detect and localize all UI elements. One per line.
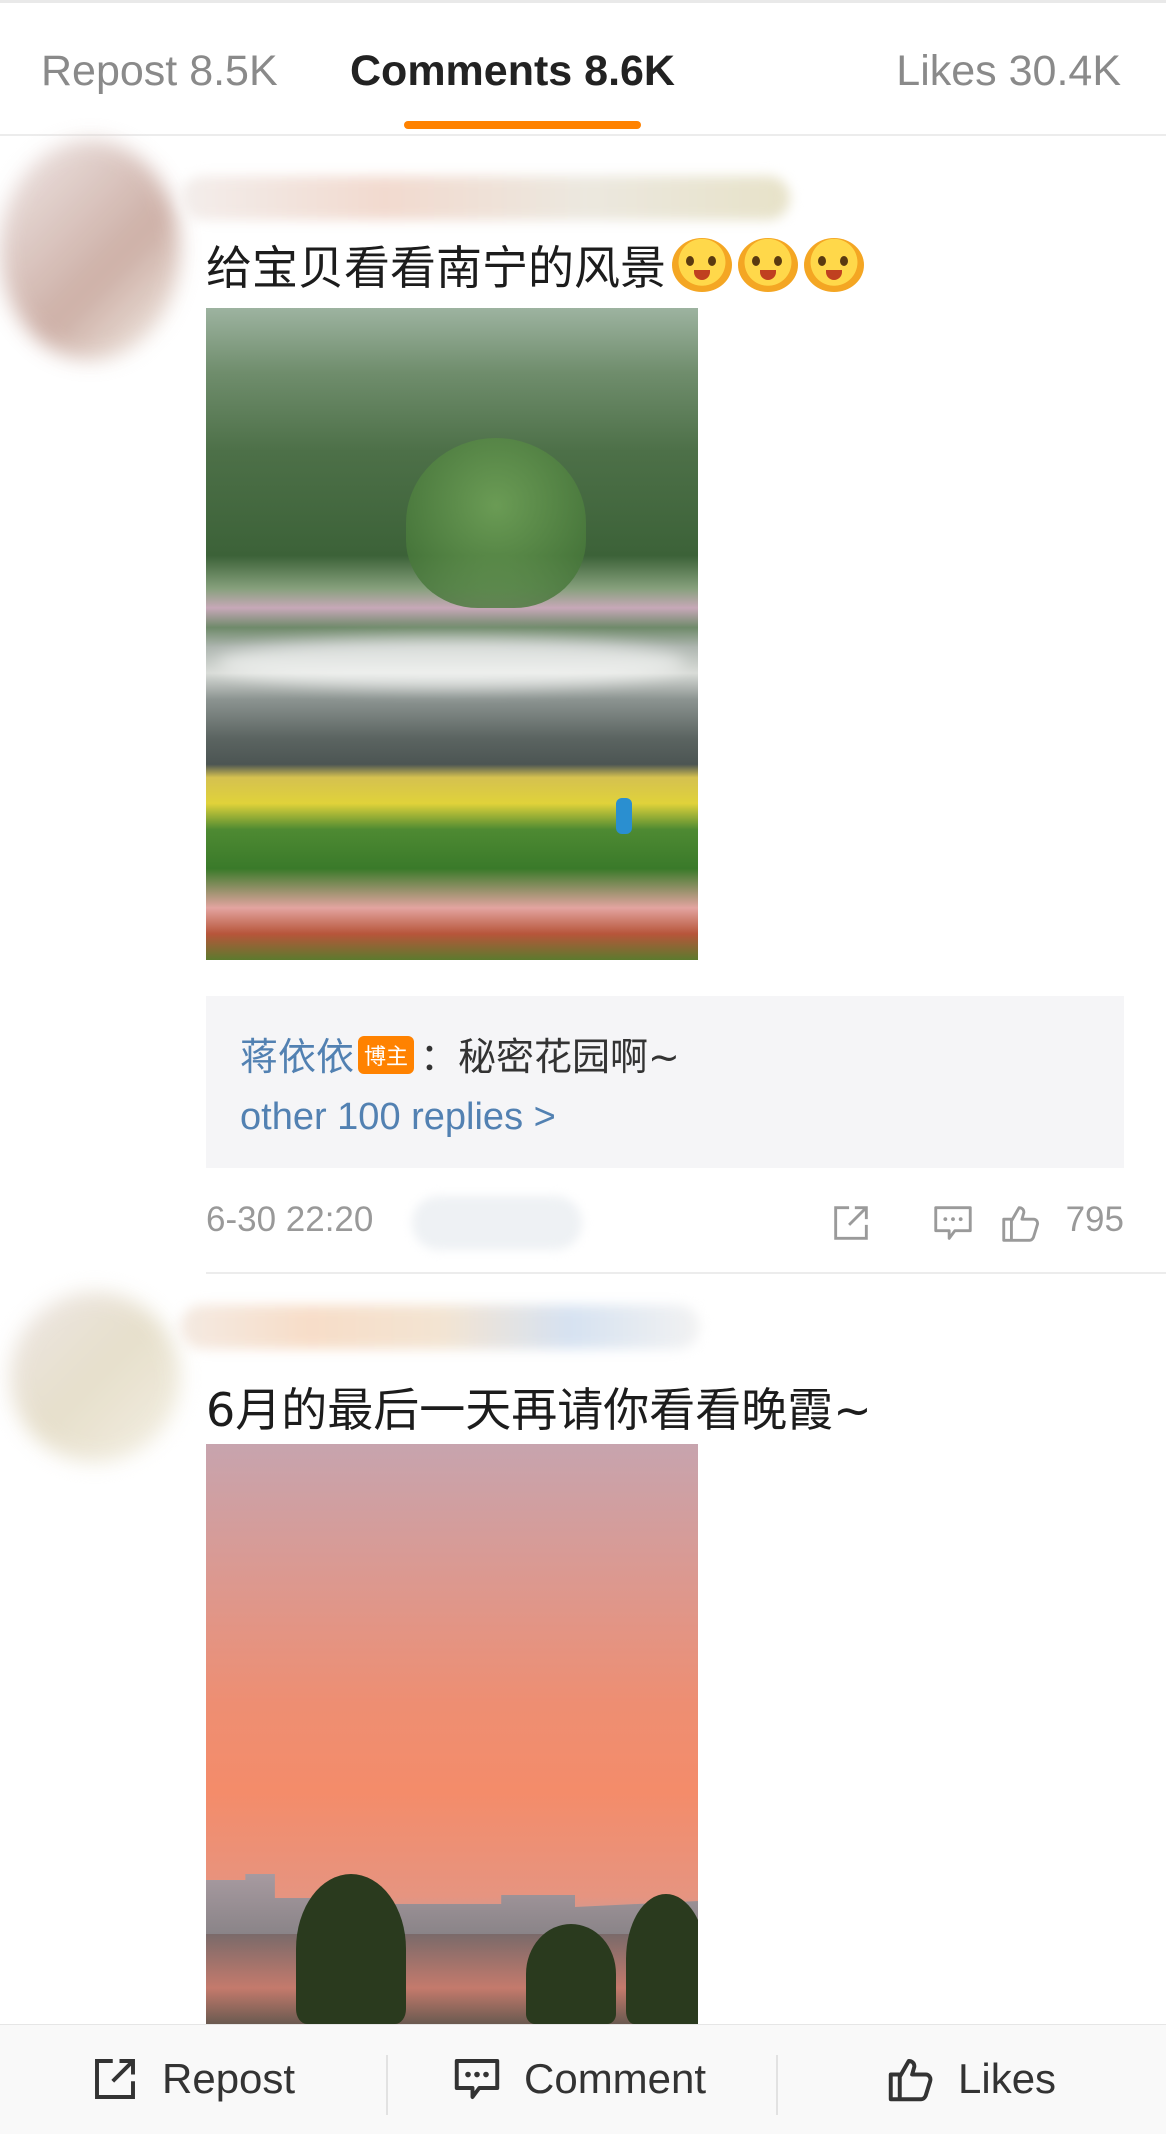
username-blurred[interactable] xyxy=(180,1305,700,1349)
separator xyxy=(386,2055,388,2115)
comment-label: Comment xyxy=(524,2055,707,2102)
comment-text-content: 6月的最后一天再请你看看晚霞~ xyxy=(206,1383,872,1437)
divider xyxy=(206,1272,1166,1274)
emoji-icon xyxy=(804,238,864,292)
comment-icon[interactable] xyxy=(930,1200,976,1246)
tree-silhouette xyxy=(296,1874,406,2024)
comment-tabs: Repost 8.5K Comments 8.6K Likes 30.4K xyxy=(0,0,1166,136)
share-icon[interactable] xyxy=(828,1200,874,1246)
comment-text: 6月的最后一天再请你看看晚霞~ xyxy=(206,1374,872,1440)
water-glint xyxy=(216,638,686,688)
likes-label: Likes xyxy=(958,2055,1057,2102)
river-reflection xyxy=(206,1934,698,2024)
timestamp: 6-30 22:20 xyxy=(206,1200,374,1239)
reply-line: 蒋依依 博主 ：秘密花园啊~ xyxy=(240,1026,680,1081)
comment-button[interactable]: Comment xyxy=(450,2049,706,2109)
location-blurred xyxy=(412,1196,582,1250)
separator xyxy=(776,2055,778,2115)
likes-button[interactable]: Likes xyxy=(884,2049,1056,2109)
tree-silhouette xyxy=(626,1894,698,2024)
author-badge: 博主 xyxy=(358,1036,415,1074)
reply-author[interactable]: 蒋依依 xyxy=(240,1035,354,1079)
comment-meta: 6-30 22:20 795 xyxy=(206,1196,1124,1250)
like-icon xyxy=(888,2059,933,2102)
emoji-icon xyxy=(738,238,798,292)
avatar[interactable] xyxy=(10,1292,180,1462)
tab-likes[interactable]: Likes 30.4K xyxy=(896,47,1121,96)
tree-silhouette xyxy=(526,1924,616,2024)
username-blurred[interactable] xyxy=(180,176,790,220)
trees-shape xyxy=(406,438,586,608)
avatar[interactable] xyxy=(0,140,180,360)
sunset-image[interactable] xyxy=(206,1444,698,2024)
tab-repost[interactable]: Repost 8.5K xyxy=(41,47,278,96)
comment-text-content: 给宝贝看看南宁的风景 xyxy=(206,241,666,295)
comment-text: 给宝贝看看南宁的风景 xyxy=(206,232,864,298)
person-figure xyxy=(616,798,632,834)
reply-text: ：秘密花园啊~ xyxy=(420,1035,680,1079)
tab-comments[interactable]: Comments 8.6K xyxy=(350,47,675,96)
comment-icon xyxy=(454,2059,500,2099)
repost-label: Repost xyxy=(162,2055,296,2102)
repost-button[interactable]: Repost xyxy=(88,2049,295,2109)
like-count: 795 xyxy=(1065,1200,1124,1239)
repost-icon xyxy=(95,2059,135,2099)
bottom-action-bar: Repost Comment Likes xyxy=(0,2024,1166,2134)
lake-with-flowers-image[interactable] xyxy=(206,308,698,960)
like-icon[interactable] xyxy=(998,1200,1044,1246)
emoji-icon xyxy=(672,238,732,292)
more-replies-link[interactable]: other 100 replies > xyxy=(240,1096,556,1139)
active-tab-indicator xyxy=(404,121,641,129)
city-skyline xyxy=(206,1874,698,1934)
reply-preview[interactable]: 蒋依依 博主 ：秘密花园啊~ other 100 replies > xyxy=(206,996,1124,1168)
